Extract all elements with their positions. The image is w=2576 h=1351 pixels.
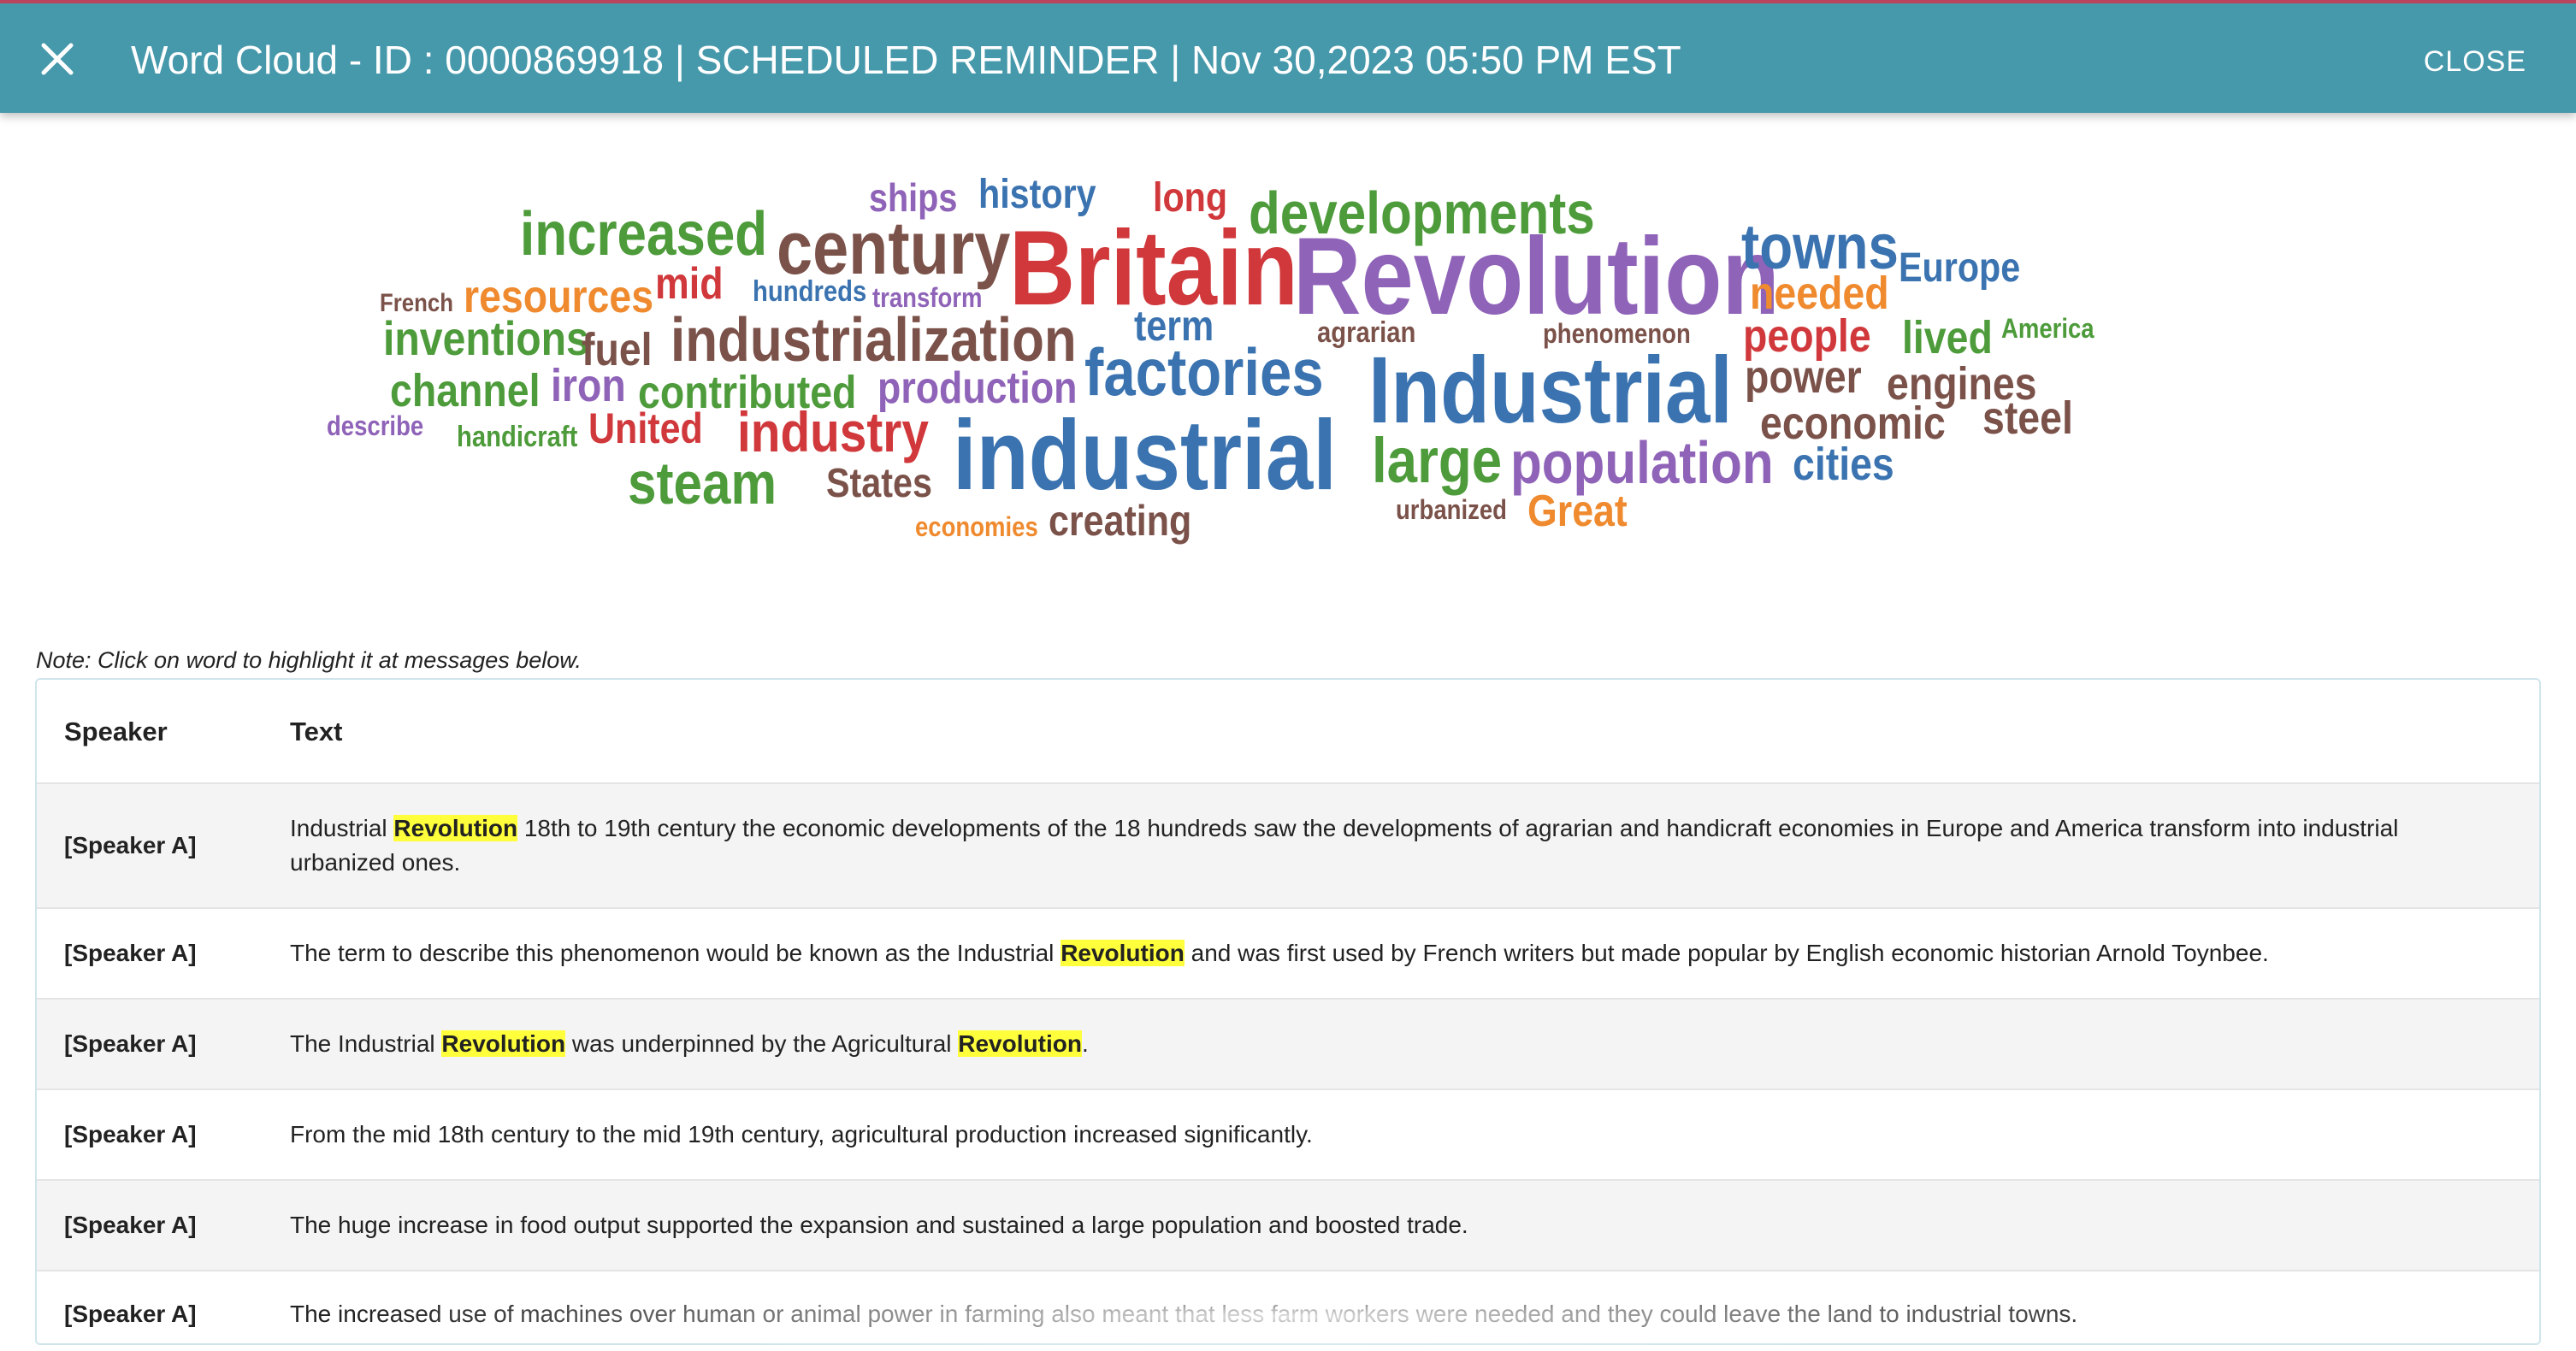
cloud-word-channel[interactable]: channel bbox=[390, 368, 540, 414]
cloud-word-increased[interactable]: increased bbox=[520, 204, 767, 265]
cloud-word-economies[interactable]: economies bbox=[915, 513, 1038, 540]
cloud-word-population[interactable]: population bbox=[1510, 433, 1774, 493]
cloud-word-industrial[interactable]: industrial bbox=[953, 405, 1337, 504]
cloud-word-power[interactable]: power bbox=[1745, 354, 1862, 400]
highlighted-word: Revolution bbox=[441, 1030, 566, 1057]
word-cloud: ships history long developments increased cen… bbox=[0, 113, 2576, 626]
message-text: The increased use of machines over human… bbox=[290, 1301, 2078, 1327]
cloud-word-steel[interactable]: steel bbox=[1982, 395, 2073, 441]
message-text: From the mid 18th century to the mid 19t… bbox=[290, 1121, 1313, 1147]
table-row: [Speaker A] The Industrial Revolution was… bbox=[37, 1000, 2539, 1090]
cloud-word-steam[interactable]: steam bbox=[628, 453, 777, 513]
cloud-word-factories[interactable]: factories bbox=[1084, 339, 1324, 405]
cloud-word-revolution[interactable]: Revolution bbox=[1293, 222, 1780, 332]
table-row: [Speaker A] From the mid 18th century to … bbox=[37, 1090, 2539, 1181]
close-icon[interactable] bbox=[36, 38, 79, 80]
close-button[interactable]: CLOSE bbox=[2424, 43, 2526, 80]
cloud-word-industrialization[interactable]: industrialization bbox=[671, 310, 1077, 371]
message-text-cell: The Industrial Revolution was underpinne… bbox=[290, 1027, 2488, 1061]
highlighted-word: Revolution bbox=[1061, 940, 1185, 966]
message-text-cell: The huge increase in food output support… bbox=[290, 1208, 2488, 1242]
cloud-word-lived[interactable]: lived bbox=[1902, 315, 1993, 361]
message-text: . bbox=[1081, 1030, 1089, 1057]
message-text-cell: Industrial Revolution 18th to 19th centu… bbox=[290, 811, 2488, 880]
header-text: Text bbox=[290, 717, 343, 746]
message-text: 18th to 19th century the economic develo… bbox=[290, 815, 2399, 876]
cloud-word-america[interactable]: America bbox=[2001, 315, 2094, 342]
cloud-word-large[interactable]: large bbox=[1372, 429, 1502, 493]
highlighted-word: Revolution bbox=[958, 1030, 1082, 1057]
speaker-cell: [Speaker A] bbox=[64, 832, 197, 858]
cloud-word-mid[interactable]: mid bbox=[655, 262, 724, 306]
table-row: [Speaker A] The term to describe this phe… bbox=[37, 909, 2539, 1000]
cloud-word-states[interactable]: States bbox=[826, 463, 932, 504]
message-text: The huge increase in food output support… bbox=[290, 1212, 1468, 1238]
cloud-word-united[interactable]: United bbox=[588, 407, 703, 450]
cloud-word-europe[interactable]: Europe bbox=[1899, 248, 2020, 289]
table-body: [Speaker A] Industrial Revolution 18th to… bbox=[37, 784, 2539, 1343]
cloud-word-inventions[interactable]: inventions bbox=[383, 315, 589, 363]
table-row: [Speaker A] Industrial Revolution 18th to… bbox=[37, 784, 2539, 909]
table-header: Speaker Text bbox=[37, 680, 2539, 784]
message-text: was underpinned by the Agricultural bbox=[565, 1030, 959, 1057]
cloud-word-iron[interactable]: iron bbox=[551, 363, 626, 409]
message-text-cell: The term to describe this phenomenon wou… bbox=[290, 936, 2488, 970]
cloud-word-century[interactable]: century bbox=[777, 210, 1010, 286]
cloud-word-urbanized[interactable]: urbanized bbox=[1396, 496, 1507, 523]
note-text: Note: Click on word to highlight it at m… bbox=[36, 647, 582, 673]
cloud-word-hundreds[interactable]: hundreds bbox=[753, 277, 866, 306]
message-text: Industrial bbox=[290, 815, 394, 841]
cloud-word-handicraft[interactable]: handicraft bbox=[457, 422, 577, 451]
cloud-word-describe[interactable]: describe bbox=[327, 412, 423, 440]
message-text: and was first used by French writers but… bbox=[1184, 940, 2269, 966]
cloud-word-creating[interactable]: creating bbox=[1049, 499, 1191, 542]
modal-title: Word Cloud - ID : 0000869918 | SCHEDULED… bbox=[131, 38, 1681, 82]
speaker-cell: [Speaker A] bbox=[64, 940, 197, 966]
cloud-word-great[interactable]: Great bbox=[1527, 489, 1628, 534]
messages-table: Speaker Text [Speaker A] Industrial Revol… bbox=[35, 678, 2541, 1345]
modal-header: Word Cloud - ID : 0000869918 | SCHEDULED… bbox=[0, 0, 2576, 113]
message-text: The term to describe this phenomenon wou… bbox=[290, 940, 1061, 966]
header-speaker: Speaker bbox=[64, 717, 168, 746]
message-text-cell: From the mid 18th century to the mid 19t… bbox=[290, 1118, 2488, 1152]
speaker-cell: [Speaker A] bbox=[64, 1301, 197, 1327]
cloud-word-cities[interactable]: cities bbox=[1793, 441, 1894, 487]
cloud-word-industrial[interactable]: Industrial bbox=[1368, 344, 1733, 438]
cloud-word-needed[interactable]: needed bbox=[1750, 270, 1889, 316]
speaker-cell: [Speaker A] bbox=[64, 1212, 197, 1238]
speaker-cell: [Speaker A] bbox=[64, 1121, 197, 1147]
message-text-cell: The increased use of machines over human… bbox=[290, 1297, 2488, 1331]
table-row: [Speaker A] The increased use of machines… bbox=[37, 1271, 2539, 1343]
highlighted-word: Revolution bbox=[393, 815, 518, 841]
message-text: The Industrial bbox=[290, 1030, 442, 1057]
speaker-cell: [Speaker A] bbox=[64, 1030, 197, 1057]
table-row: [Speaker A] The huge increase in food out… bbox=[37, 1181, 2539, 1271]
